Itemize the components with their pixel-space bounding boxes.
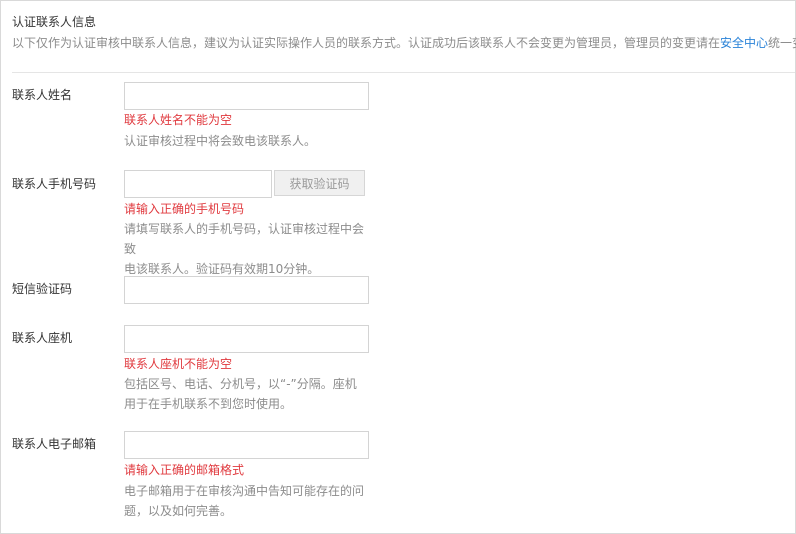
contact-email-help-line: 题，以及如何完善。 bbox=[124, 504, 233, 518]
contact-email-input[interactable] bbox=[124, 431, 369, 459]
contact-mobile-error: 请输入正确的手机号码 bbox=[124, 202, 245, 216]
contact-landline-help-line: 用于在手机联系不到您时使用。 bbox=[124, 397, 293, 411]
contact-mobile-help-line: 请填写联系人的手机号码，认证审核过程中会致 bbox=[124, 222, 365, 256]
notice-text-before: 以下仅作为认证审核中联系人信息，建议为认证实际操作人员的联系方式。认证成功后该联… bbox=[12, 36, 721, 50]
notice-text-after: 统一变更。 bbox=[768, 36, 796, 50]
section-title: 认证联系人信息 bbox=[12, 15, 97, 29]
contact-name-input[interactable] bbox=[124, 82, 369, 110]
contact-name-error: 联系人姓名不能为空 bbox=[124, 113, 233, 127]
contact-landline-help-line: 包括区号、电话、分机号，以“-”分隔。座机 bbox=[124, 377, 357, 391]
contact-email-help-line: 电子邮箱用于在审核沟通中告知可能存在的问 bbox=[124, 484, 365, 498]
sms-code-input[interactable] bbox=[124, 276, 369, 304]
contact-email-label: 联系人电子邮箱 bbox=[12, 437, 97, 451]
get-verification-code-button[interactable]: 获取验证码 bbox=[274, 170, 365, 196]
contact-name-help: 认证审核过程中将会致电该联系人。 bbox=[124, 131, 364, 151]
contact-landline-label: 联系人座机 bbox=[12, 331, 73, 345]
section-divider bbox=[12, 72, 795, 73]
contact-mobile-label: 联系人手机号码 bbox=[12, 177, 97, 191]
contact-mobile-help: 请填写联系人的手机号码，认证审核过程中会致 电该联系人。验证码有效期10分钟。 bbox=[124, 219, 374, 279]
contact-name-help-line: 认证审核过程中将会致电该联系人。 bbox=[124, 134, 317, 148]
contact-email-error: 请输入正确的邮箱格式 bbox=[124, 463, 245, 477]
section-notice: 以下仅作为认证审核中联系人信息，建议为认证实际操作人员的联系方式。认证成功后该联… bbox=[12, 35, 796, 51]
contact-email-help: 电子邮箱用于在审核沟通中告知可能存在的问 题，以及如何完善。 bbox=[124, 481, 374, 521]
sms-code-label: 短信验证码 bbox=[12, 282, 73, 296]
contact-landline-help: 包括区号、电话、分机号，以“-”分隔。座机 用于在手机联系不到您时使用。 bbox=[124, 374, 374, 414]
contact-landline-error: 联系人座机不能为空 bbox=[124, 357, 233, 371]
contact-info-panel: 认证联系人信息 以下仅作为认证审核中联系人信息，建议为认证实际操作人员的联系方式… bbox=[0, 0, 796, 534]
contact-mobile-input[interactable] bbox=[124, 170, 272, 198]
contact-name-label: 联系人姓名 bbox=[12, 88, 73, 102]
contact-landline-input[interactable] bbox=[124, 325, 369, 353]
security-center-link[interactable]: 安全中心 bbox=[720, 36, 768, 50]
